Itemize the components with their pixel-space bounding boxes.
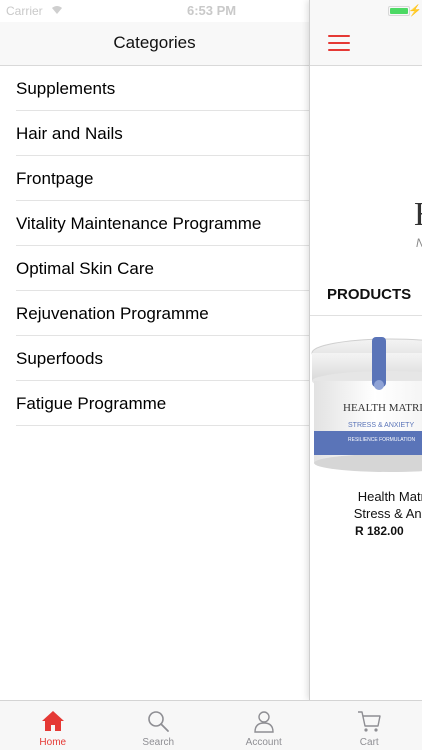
app-screen: Categories Supplements Hair and Nails Fr…	[0, 0, 422, 750]
jar-product-text: STRESS & ANXIETY	[348, 422, 414, 429]
category-item-superfoods[interactable]: Superfoods	[16, 336, 309, 381]
tab-cart[interactable]: Cart	[317, 701, 422, 750]
brand-logo-subtext: N	[416, 236, 422, 250]
category-item-supplements[interactable]: Supplements	[16, 66, 309, 111]
account-icon	[254, 711, 274, 733]
drawer-title: Categories	[113, 33, 196, 52]
tab-label-cart: Cart	[359, 737, 379, 748]
hamburger-menu-icon[interactable]	[328, 35, 350, 51]
charging-icon: ⚡	[408, 5, 422, 17]
cart-icon	[358, 711, 381, 732]
tab-label-account: Account	[245, 737, 282, 748]
home-icon	[41, 711, 64, 731]
search-icon	[148, 711, 170, 732]
product-price: R 182.00	[355, 524, 404, 538]
battery-icon	[388, 6, 410, 16]
product-name-line2: Stress & Anxie	[353, 506, 422, 521]
products-heading: PRODUCTS	[327, 286, 412, 303]
tab-search[interactable]: Search	[106, 701, 212, 750]
tab-bar: Home Search Account Cart	[0, 700, 422, 750]
jar-formula-text: RESILIENCE FORMULATION	[348, 437, 416, 443]
wifi-icon	[52, 6, 62, 14]
categories-drawer: Categories Supplements Hair and Nails Fr…	[0, 0, 309, 700]
drawer-header: Categories	[0, 22, 309, 66]
status-bar: Carrier 6:53 PM ⚡	[0, 0, 422, 22]
carrier-label: Carrier	[6, 4, 43, 18]
category-item-fatigue[interactable]: Fatigue Programme	[16, 381, 309, 426]
tab-label-home: Home	[39, 737, 67, 748]
category-item-hair-and-nails[interactable]: Hair and Nails	[16, 111, 309, 156]
tab-home[interactable]: Home	[0, 701, 106, 750]
tab-account[interactable]: Account	[211, 701, 317, 750]
main-content-panel[interactable]: H N PRODUCTS H	[309, 0, 422, 700]
product-image[interactable]: HEALTH MATRIX STRESS & ANXIETY RESILIENC…	[310, 333, 422, 473]
products-divider	[310, 315, 422, 316]
category-item-rejuvenation[interactable]: Rejuvenation Programme	[16, 291, 309, 336]
category-item-vitality-maintenance[interactable]: Vitality Maintenance Programme	[16, 201, 309, 246]
product-name-line1: Health Matrix	[357, 489, 422, 504]
product-name[interactable]: Health Matrix Stress & Anxie	[326, 488, 422, 522]
category-item-optimal-skin-care[interactable]: Optimal Skin Care	[16, 246, 309, 291]
category-item-frontpage[interactable]: Frontpage	[16, 156, 309, 201]
tab-label-search: Search	[142, 737, 175, 748]
category-list: Supplements Hair and Nails Frontpage Vit…	[16, 66, 309, 426]
jar-brand-text: HEALTH MATRIX	[343, 402, 422, 414]
brand-logo-text: H	[414, 196, 422, 234]
status-time: 6:53 PM	[187, 3, 237, 18]
